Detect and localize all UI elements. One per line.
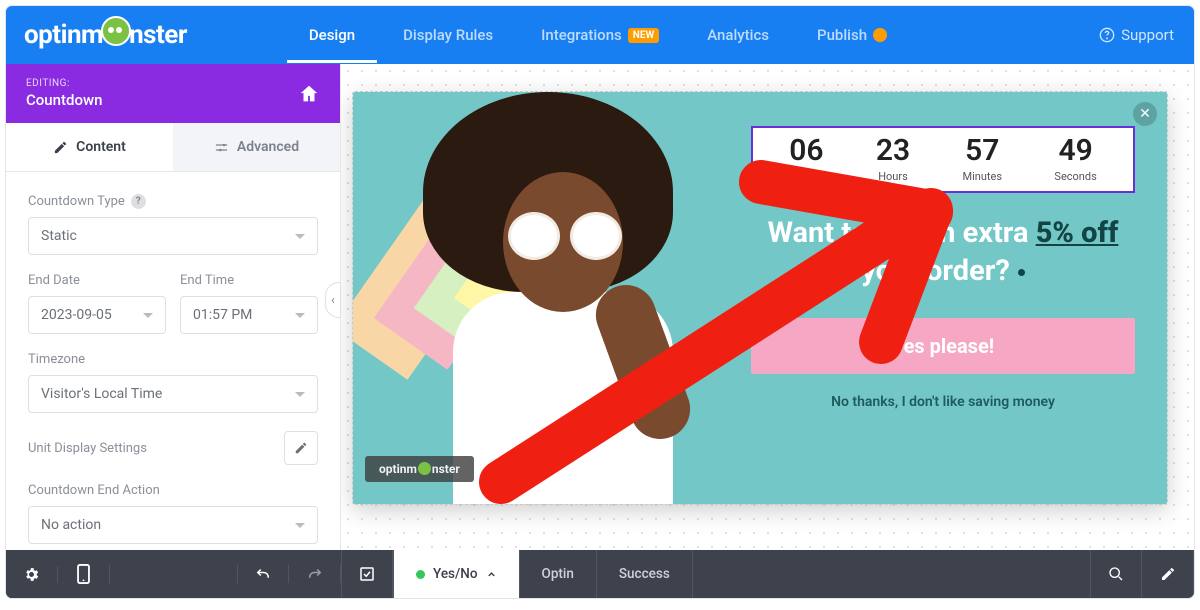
chevron-down-icon: [143, 313, 153, 318]
step-yes-no[interactable]: Yes/No: [393, 550, 519, 598]
chevron-down-icon: [295, 392, 305, 397]
logo-text-post: nster: [129, 20, 187, 50]
popup-preview[interactable]: optinmnster ✕ 06 Days 23 Hours 57 Minutes 4…: [353, 92, 1167, 504]
end-date-label: End Date: [28, 273, 166, 288]
timezone-label: Timezone: [28, 352, 318, 367]
chevron-down-icon: [295, 234, 305, 239]
popup-yes-button[interactable]: Yes please!: [751, 318, 1135, 374]
pencil-icon: [53, 140, 68, 155]
days-value: 06: [789, 136, 823, 166]
pencil-icon: [294, 441, 308, 455]
logo: optinm nster: [16, 20, 187, 50]
chevron-down-icon: [295, 313, 305, 318]
popup-image-area: optinmnster: [353, 92, 719, 504]
edit-button[interactable]: [1142, 550, 1194, 598]
countdown-type-label: Countdown Type ?: [28, 194, 318, 209]
editing-header: EDITING: Countdown: [6, 64, 340, 123]
mobile-preview-button[interactable]: [58, 564, 110, 584]
tab-advanced[interactable]: Advanced: [173, 123, 340, 171]
end-action-select[interactable]: No action: [28, 506, 318, 544]
mobile-icon: [77, 564, 90, 584]
pencil-icon: [1160, 566, 1176, 582]
redo-button[interactable]: [289, 565, 341, 583]
end-action-label: Countdown End Action: [28, 483, 318, 498]
editing-label: EDITING:: [26, 78, 102, 89]
watermark: optinmnster: [365, 456, 474, 482]
chevron-up-icon: [486, 569, 497, 580]
unit-display-edit-button[interactable]: [284, 431, 318, 465]
unit-display-label: Unit Display Settings: [28, 441, 147, 456]
gear-icon: [23, 566, 40, 583]
step-success[interactable]: Success: [596, 550, 693, 598]
popup-no-link[interactable]: No thanks, I don't like saving money: [751, 394, 1135, 410]
sidebar-collapse-handle[interactable]: ‹: [325, 282, 341, 318]
undo-button[interactable]: [237, 565, 289, 583]
top-nav: Design Display Rules Integrations NEW An…: [287, 7, 909, 63]
nav-design[interactable]: Design: [287, 7, 377, 63]
undo-icon: [254, 565, 272, 583]
popup-close-button[interactable]: ✕: [1133, 102, 1157, 126]
nav-display-rules[interactable]: Display Rules: [381, 7, 515, 63]
countdown-block[interactable]: 06 Days 23 Hours 57 Minutes 49 Seconds: [751, 126, 1135, 193]
hours-label: Hours: [876, 170, 910, 183]
timezone-select[interactable]: Visitor's Local Time: [28, 375, 318, 413]
end-time-label: End Time: [180, 273, 318, 288]
settings-button[interactable]: [6, 566, 58, 583]
minutes-label: Minutes: [963, 170, 1003, 183]
publish-status-dot-icon: [873, 28, 887, 42]
nav-publish[interactable]: Publish: [795, 7, 909, 63]
search-zoom-button[interactable]: [1090, 550, 1142, 598]
nav-integrations[interactable]: Integrations NEW: [519, 7, 681, 63]
search-icon: [1108, 566, 1124, 582]
seconds-value: 49: [1054, 136, 1096, 166]
days-label: Days: [789, 170, 823, 183]
end-date-select[interactable]: 2023-09-05: [28, 296, 166, 334]
watermark-mascot-icon: [418, 462, 431, 475]
popup-headline[interactable]: Want to get an extra 5% off your order?: [751, 215, 1135, 290]
status-dot-icon: [416, 570, 425, 579]
save-button[interactable]: [341, 550, 393, 598]
editing-block-name: Countdown: [26, 91, 102, 109]
step-optin[interactable]: Optin: [519, 550, 596, 598]
help-circle-icon: [1099, 27, 1115, 43]
end-time-select[interactable]: 01:57 PM: [180, 296, 318, 334]
redo-icon: [306, 565, 324, 583]
countdown-type-select[interactable]: Static: [28, 217, 318, 255]
logo-mascot-icon: [101, 16, 131, 46]
home-icon[interactable]: [298, 83, 320, 105]
minutes-value: 57: [963, 136, 1003, 166]
logo-text-pre: optinm: [24, 20, 103, 50]
hours-value: 23: [876, 136, 910, 166]
pulse-dot-icon: [1018, 269, 1025, 276]
design-canvas[interactable]: optinmnster ✕ 06 Days 23 Hours 57 Minutes 4…: [341, 64, 1194, 550]
chevron-down-icon: [295, 523, 305, 528]
support-link[interactable]: Support: [1099, 26, 1174, 44]
help-icon[interactable]: ?: [131, 194, 146, 209]
seconds-label: Seconds: [1054, 170, 1096, 183]
tab-content[interactable]: Content: [6, 123, 173, 171]
nav-analytics[interactable]: Analytics: [685, 7, 791, 63]
sliders-icon: [214, 140, 229, 155]
badge-new: NEW: [628, 28, 659, 43]
save-icon: [358, 565, 376, 583]
